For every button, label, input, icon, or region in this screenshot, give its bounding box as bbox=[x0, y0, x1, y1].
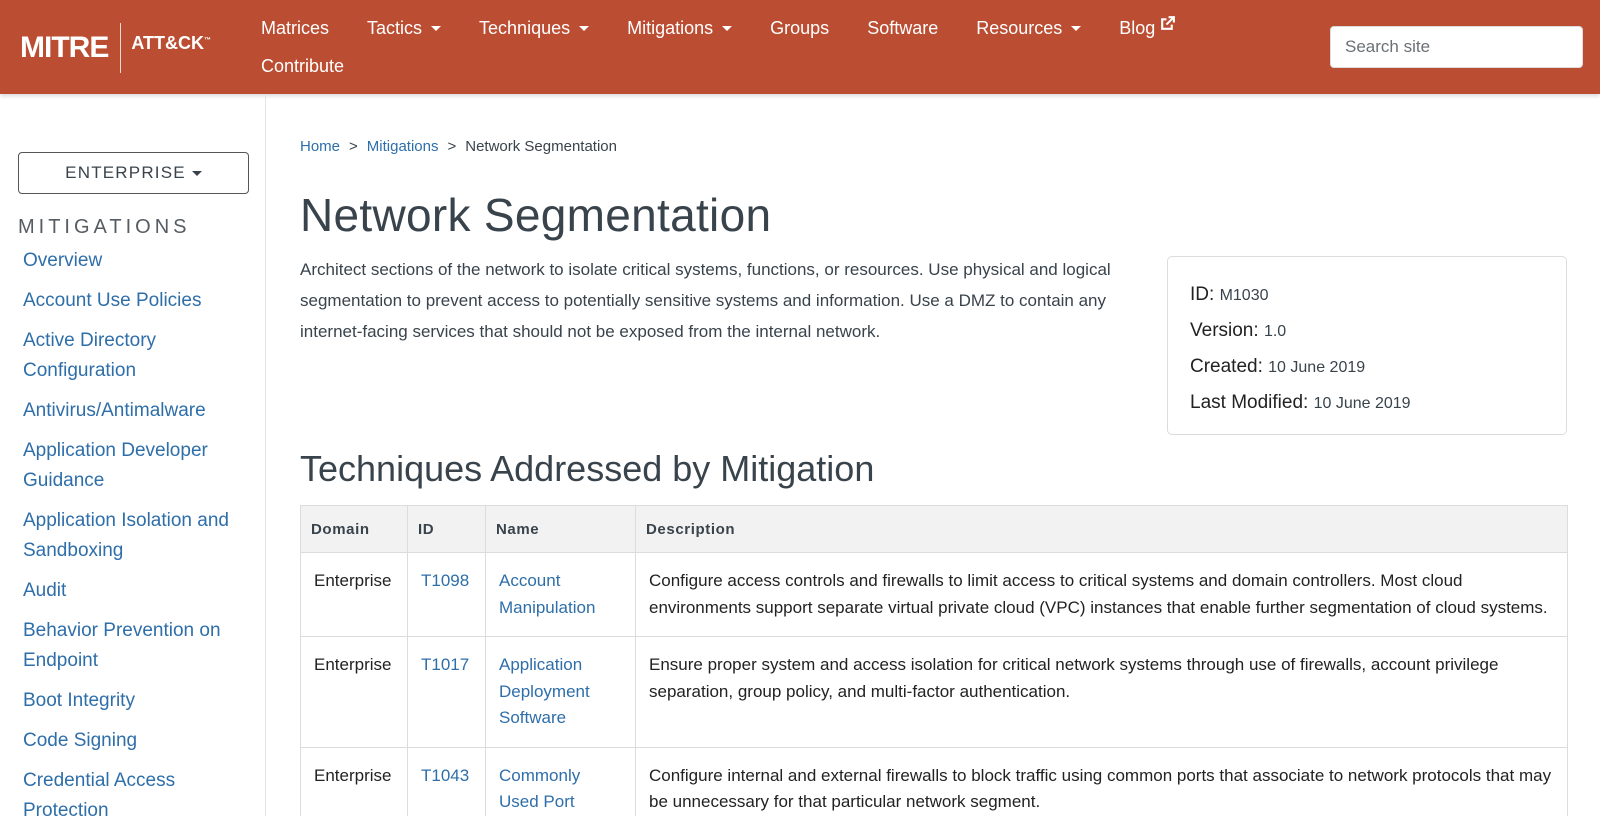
sidebar-item-active-directory-configuration[interactable]: Active Directory Configuration bbox=[23, 326, 255, 386]
technique-name-link[interactable]: Application Deployment Software bbox=[485, 636, 636, 748]
nav-label: Blog bbox=[1119, 18, 1156, 38]
nav-menu: Matrices Tactics Techniques Mitigations … bbox=[261, 14, 1271, 90]
caret-down-icon bbox=[579, 26, 590, 31]
nav-item-blog[interactable]: Blog bbox=[1119, 14, 1176, 52]
cell-domain: Enterprise bbox=[300, 636, 408, 748]
breadcrumb-current: Network Segmentation bbox=[465, 138, 617, 155]
nav-label: Mitigations bbox=[627, 18, 714, 38]
card-id-row: ID: M1030 bbox=[1190, 277, 1544, 313]
sidebar-item-antivirus-antimalware[interactable]: Antivirus/Antimalware bbox=[23, 396, 255, 426]
card-created-row: Created: 10 June 2019 bbox=[1190, 349, 1544, 385]
logo-attack-text: ATT&CK™ bbox=[131, 33, 211, 54]
sidebar-item-boot-integrity[interactable]: Boot Integrity bbox=[23, 686, 255, 716]
nav-label: Software bbox=[867, 18, 939, 38]
nav-label: Contribute bbox=[261, 56, 345, 76]
nav-item-techniques[interactable]: Techniques bbox=[479, 14, 590, 52]
domain-button-label: ENTERPRISE bbox=[65, 163, 186, 182]
sidebar-item-application-developer-guidance[interactable]: Application Developer Guidance bbox=[23, 436, 255, 496]
card-version-label: Version: bbox=[1190, 320, 1259, 341]
cell-description: Ensure proper system and access isolatio… bbox=[635, 636, 1568, 748]
sidebar-item-audit[interactable]: Audit bbox=[23, 576, 255, 606]
caret-down-icon bbox=[722, 26, 733, 31]
techniques-section-title: Techniques Addressed by Mitigation bbox=[300, 448, 875, 489]
domain-dropdown-button[interactable]: ENTERPRISE bbox=[18, 152, 249, 194]
sidebar-item-credential-access-protection[interactable]: Credential Access Protection bbox=[23, 766, 255, 816]
card-modified-value: 10 June 2019 bbox=[1313, 395, 1411, 412]
mitigation-description: Architect sections of the network to iso… bbox=[300, 260, 1111, 341]
column-header-description[interactable]: Description bbox=[635, 505, 1568, 553]
cell-description: Configure access controls and firewalls … bbox=[635, 552, 1568, 637]
cell-description: Configure internal and external firewall… bbox=[635, 746, 1568, 816]
caret-down-icon bbox=[1071, 26, 1082, 31]
technique-id-link[interactable]: T1043 bbox=[407, 746, 486, 816]
nav-item-groups[interactable]: Groups bbox=[770, 14, 829, 52]
card-version-row: Version: 1.0 bbox=[1190, 313, 1544, 349]
table-header-row: Domain ID Name Description bbox=[300, 505, 1568, 553]
table-row: Enterprise T1043 Commonly Used Port Conf… bbox=[300, 746, 1568, 816]
logo-attack-label: ATT&CK bbox=[131, 32, 204, 53]
nav-item-mitigations[interactable]: Mitigations bbox=[627, 14, 733, 52]
breadcrumb-separator: > bbox=[349, 138, 358, 155]
card-id-value: M1030 bbox=[1219, 287, 1269, 304]
nav-item-software[interactable]: Software bbox=[867, 14, 938, 52]
table-row: Enterprise T1098 Account Manipulation Co… bbox=[300, 552, 1568, 637]
caret-down-icon bbox=[431, 26, 442, 31]
cell-domain: Enterprise bbox=[300, 552, 408, 637]
top-navbar: MITRE ATT&CK™ Matrices Tactics Technique… bbox=[0, 0, 1600, 94]
sidebar-heading: MITIGATIONS bbox=[18, 216, 191, 238]
search-input[interactable] bbox=[1330, 26, 1583, 68]
sidebar-item-behavior-prevention-endpoint[interactable]: Behavior Prevention on Endpoint bbox=[23, 616, 255, 676]
technique-id-link[interactable]: T1017 bbox=[407, 636, 486, 748]
sidebar-item-application-isolation-sandboxing[interactable]: Application Isolation and Sandboxing bbox=[23, 506, 255, 566]
sidebar-item-overview[interactable]: Overview bbox=[23, 246, 255, 276]
nav-item-matrices[interactable]: Matrices bbox=[261, 14, 329, 52]
breadcrumb: Home > Mitigations > Network Segmentatio… bbox=[300, 138, 617, 155]
nav-label: Matrices bbox=[261, 18, 330, 38]
card-id-label: ID: bbox=[1190, 284, 1215, 305]
column-header-id[interactable]: ID bbox=[407, 505, 486, 553]
nav-item-resources[interactable]: Resources bbox=[976, 14, 1082, 52]
card-modified-label: Last Modified: bbox=[1190, 392, 1309, 413]
caret-down-icon bbox=[191, 170, 202, 176]
cell-domain: Enterprise bbox=[300, 746, 408, 816]
column-header-name[interactable]: Name bbox=[485, 505, 636, 553]
mitre-attack-logo[interactable]: MITRE ATT&CK™ bbox=[20, 22, 211, 74]
nav-label: Groups bbox=[770, 18, 830, 38]
column-header-domain[interactable]: Domain bbox=[300, 505, 408, 553]
card-version-value: 1.0 bbox=[1263, 323, 1287, 340]
nav-label: Resources bbox=[976, 18, 1063, 38]
mitigation-info-card: ID: M1030 Version: 1.0 Created: 10 June … bbox=[1167, 256, 1567, 435]
techniques-table: Domain ID Name Description Enterprise T1… bbox=[300, 505, 1568, 816]
nav-label: Tactics bbox=[367, 18, 423, 38]
card-created-value: 10 June 2019 bbox=[1268, 359, 1366, 376]
table-row: Enterprise T1017 Application Deployment … bbox=[300, 636, 1568, 748]
nav-item-contribute[interactable]: Contribute bbox=[261, 52, 344, 90]
page-title: Network Segmentation bbox=[300, 189, 772, 241]
logo-trademark: ™ bbox=[203, 36, 211, 44]
logo-divider bbox=[120, 23, 122, 73]
nav-item-tactics[interactable]: Tactics bbox=[367, 14, 442, 52]
card-created-label: Created: bbox=[1190, 356, 1263, 377]
logo-mitre-text: MITRE bbox=[20, 31, 109, 64]
sidebar-item-account-use-policies[interactable]: Account Use Policies bbox=[23, 286, 255, 316]
sidebar-item-code-signing[interactable]: Code Signing bbox=[23, 726, 255, 756]
external-link-icon bbox=[1161, 16, 1176, 30]
technique-name-link[interactable]: Commonly Used Port bbox=[485, 746, 636, 816]
technique-name-link[interactable]: Account Manipulation bbox=[485, 552, 636, 637]
breadcrumb-mitigations-link[interactable]: Mitigations bbox=[367, 138, 439, 155]
technique-id-link[interactable]: T1098 bbox=[407, 552, 486, 637]
breadcrumb-home-link[interactable]: Home bbox=[300, 138, 340, 155]
card-modified-row: Last Modified: 10 June 2019 bbox=[1190, 385, 1544, 421]
sidebar-list: Overview Account Use Policies Active Dir… bbox=[23, 246, 255, 816]
breadcrumb-separator: > bbox=[447, 138, 457, 155]
nav-label: Techniques bbox=[479, 18, 571, 38]
sidebar: ENTERPRISE MITIGATIONS Overview Account … bbox=[0, 94, 266, 816]
